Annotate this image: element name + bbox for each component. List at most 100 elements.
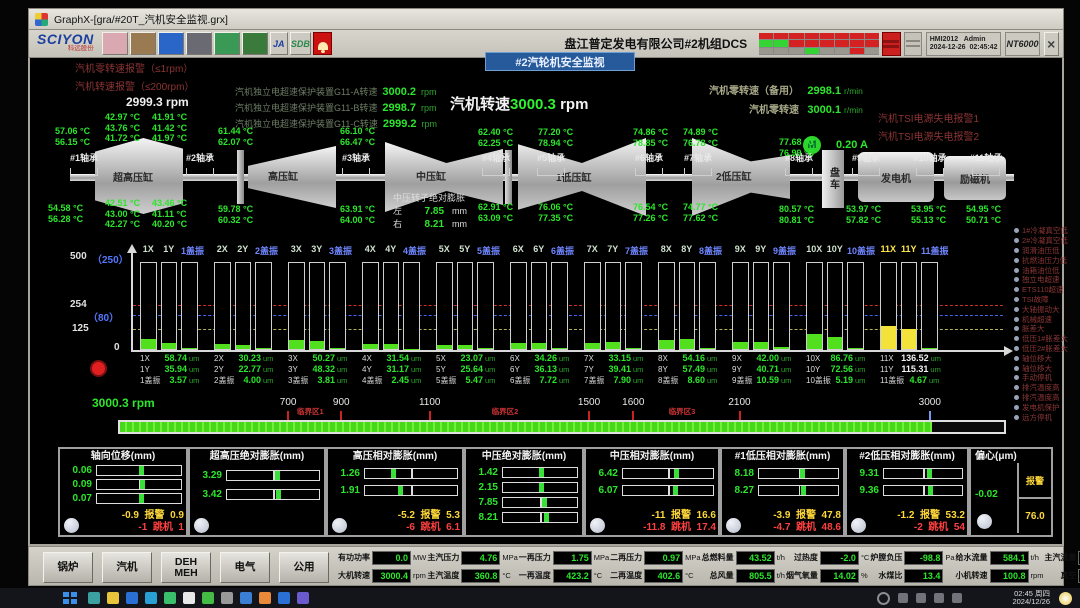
alarm-cell[interactable]: [865, 33, 879, 40]
alarm-cell[interactable]: [774, 40, 788, 47]
mode-box[interactable]: [904, 32, 922, 56]
metric-column: 主汽流量 0.0 t/h 真空 -82.66 kPa: [1043, 550, 1080, 583]
alarm-cell[interactable]: [805, 48, 819, 55]
brightness-icon[interactable]: [1059, 592, 1072, 605]
alarm-cell[interactable]: [789, 48, 803, 55]
alarm-cell[interactable]: [805, 40, 819, 47]
keyboard-icon[interactable]: [952, 593, 962, 603]
alarm-cell[interactable]: [759, 33, 773, 40]
taskb­ar-app-icon[interactable]: [107, 592, 119, 604]
alarm-dot-icon: [1014, 277, 1019, 282]
vibration-group-labels: 9X 9Y 9盖振: [732, 244, 794, 257]
taskb­ar-app-icon[interactable]: [221, 592, 233, 604]
metric-column: 二再压力 0.97 MPa 二再温度 402.6 °C: [609, 550, 700, 583]
sdb-tool-icon[interactable]: SDB: [290, 32, 311, 55]
vibration-bar-group: [732, 262, 794, 350]
alarm-cell[interactable]: [865, 48, 879, 55]
alarm-dot-icon: [1014, 248, 1019, 253]
vibration-bar-group: [436, 262, 498, 350]
alarm-cell[interactable]: [789, 40, 803, 47]
alarm-cell[interactable]: [850, 40, 864, 47]
taskb­ar-app-icon[interactable]: [183, 592, 195, 604]
metric-value: 13.4: [904, 569, 943, 583]
y-tick-125: 125: [72, 323, 89, 334]
alarm-cell[interactable]: [820, 48, 834, 55]
lp1-rel-expansion-panel: #1低压相对膨胀(mm) 8.188.27 -3.9 报警 47.8 -4.7 …: [720, 447, 845, 537]
toolbar-icon: [220, 38, 233, 49]
taskb­ar-app-icon[interactable]: [240, 592, 252, 604]
start-button-icon[interactable]: [62, 591, 78, 605]
alarm-cell[interactable]: [865, 40, 879, 47]
bearing-label: #11轴承: [964, 148, 1008, 176]
alarm-dot-icon: [1014, 317, 1019, 322]
status-indicator: [977, 514, 992, 529]
nav-button[interactable]: DEH MEH: [161, 552, 211, 583]
network-icon[interactable]: [934, 593, 944, 603]
alarm-dot-icon: [1014, 405, 1019, 410]
taskb­ar-app-icon[interactable]: [88, 592, 100, 604]
bearing-temp-block: 77.20 °C 78.94 °C: [538, 127, 573, 148]
vibration-bar-group: [658, 262, 720, 350]
taskb­ar-app-icon[interactable]: [164, 592, 176, 604]
taskb­ar-app-icon[interactable]: [202, 592, 214, 604]
alarm-dot-icon: [1014, 307, 1019, 312]
taskb­ar-app-icon[interactable]: [126, 592, 138, 604]
close-icon[interactable]: ×: [1044, 32, 1060, 56]
ja-tool-icon[interactable]: JA: [270, 32, 288, 55]
vibration-bar-group: [214, 262, 276, 350]
gauge-bar: [364, 468, 458, 479]
vibration-bar-x: [362, 262, 379, 350]
speaker-icon[interactable]: [916, 593, 926, 603]
taskb­ar-app-icon[interactable]: [145, 592, 157, 604]
bearing-label: #6轴承: [627, 148, 671, 176]
x-axis: [131, 350, 1005, 352]
y-tick-80: （80）: [88, 309, 119, 324]
taskb­ar-app-icon[interactable]: [278, 592, 290, 604]
vibration-bar-group: [362, 262, 424, 350]
vibration-values-group: 11X136.52um 11Y115.31um 11盖振4.67um: [880, 353, 942, 386]
vibration-bar-cover: [329, 262, 346, 350]
gauge-bar: [502, 467, 578, 478]
vibration-bar-group: [806, 262, 868, 350]
alarm-cell[interactable]: [789, 33, 803, 40]
alarm-cell[interactable]: [835, 48, 849, 55]
alarm-cell[interactable]: [820, 40, 834, 47]
unit-alarm-button[interactable]: [882, 32, 900, 56]
vibration-bar-group: [140, 262, 202, 350]
tray-icon[interactable]: [898, 593, 908, 603]
metric-value: -98.8: [904, 551, 943, 565]
alarm-dot-icon: [1014, 346, 1019, 351]
gauge-bar: [226, 470, 320, 481]
taskbar-clock[interactable]: 02:45 周四 2024/12/26: [1012, 590, 1050, 607]
alarm-cell[interactable]: [835, 33, 849, 40]
alarm-cell[interactable]: [774, 48, 788, 55]
alarm-bell-icon[interactable]: [313, 32, 333, 55]
alarm-cell[interactable]: [805, 33, 819, 40]
taskb­ar-app-icon[interactable]: [297, 592, 309, 604]
alarm-cell[interactable]: [759, 40, 773, 47]
page-title: #2汽轮机安全监视: [485, 52, 635, 71]
status-indicator: [332, 518, 347, 533]
vibration-bar-y: [605, 262, 622, 350]
metric-column: 总燃料量 43.52 t/h 总风量 805.5 t/h: [701, 550, 785, 583]
vibration-group-labels: 7X 7Y 7盖振: [584, 244, 646, 257]
ip-rel-expansion-panel: 中压相对膨胀(mm) 6.426.07 -11 报警 16.6 -11.8 跳机…: [584, 447, 720, 537]
nav-button[interactable]: 汽机: [102, 552, 152, 583]
alarm-cell[interactable]: [820, 33, 834, 40]
metric-value: 805.5: [736, 569, 775, 583]
nav-button[interactable]: 公用: [279, 552, 329, 583]
alarm-cell[interactable]: [774, 33, 788, 40]
search-icon[interactable]: [877, 592, 890, 605]
alarm-cell[interactable]: [759, 48, 773, 55]
bearing-temp-block: 74.89 °C 76.78 °C: [683, 127, 718, 148]
gauge-bar: [226, 489, 320, 500]
alarm-cell[interactable]: [850, 48, 864, 55]
bearing-label: #4轴承: [474, 148, 518, 176]
nav-button[interactable]: 电气: [220, 552, 270, 583]
process-metrics: 有功功率 0.0 MW 大机转速 3000.4 rpm 主汽压力 4.76 MP…: [337, 550, 1059, 583]
taskb­ar-app-icon[interactable]: [259, 592, 271, 604]
alarm-cell[interactable]: [850, 33, 864, 40]
metric-column: 主汽压力 4.76 MPa 主汽温度 360.8 °C: [426, 550, 517, 583]
alarm-cell[interactable]: [835, 40, 849, 47]
nav-button[interactable]: 锅炉: [43, 552, 93, 583]
